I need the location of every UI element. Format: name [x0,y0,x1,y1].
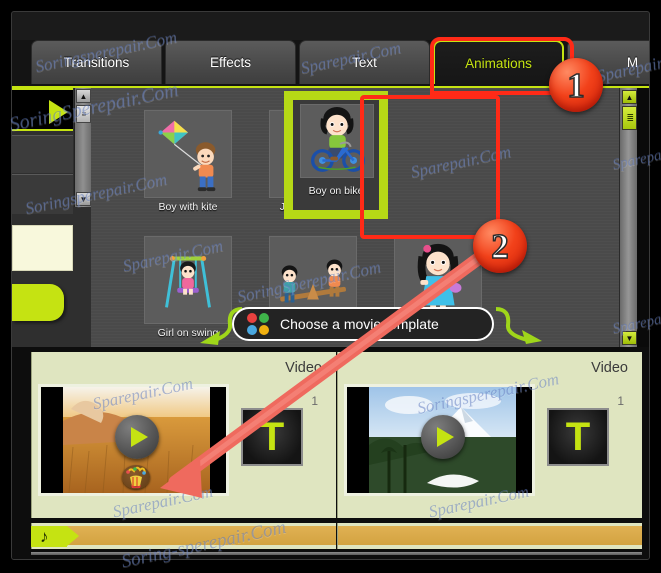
tab-bar: Transitions Effects Text Animations M [12,40,649,88]
audio-track-2[interactable] [337,523,642,549]
tooltip-label: Choose a movie template [280,316,439,332]
text-slot-glyph: T [565,415,591,459]
audio-strip[interactable] [338,526,642,545]
scroll-down-icon[interactable]: ▼ [622,331,637,345]
clip-thumbnail-2[interactable] [344,384,535,496]
preview-box[interactable] [12,88,73,131]
scroll-down-glyph: ▼ [79,194,88,204]
application-window: Transitions Effects Text Animations M ▲ … [11,11,650,560]
track-header-label: Video [285,360,322,376]
tab-more-label: M [626,55,639,70]
gallery-right-scrollbar[interactable]: ▲ ≣ ▼ [619,88,637,347]
timeline-panel: Video 1 T Video 1 T ♪ [12,347,649,559]
movie-template-tooltip[interactable]: Choose a movie template [232,307,494,341]
thumbnail-boy-with-kite[interactable]: Boy with kite [144,102,232,214]
scroll-down-icon[interactable]: ▼ [76,192,91,206]
thumbnail-boy-on-bike[interactable]: Boy on bike [284,91,388,219]
track-header-label: Video [591,360,628,376]
scroll-up-glyph: ▲ [625,92,634,102]
tab-effects-label: Effects [209,55,252,70]
scroll-grip-glyph: ≣ [626,112,634,123]
dot-red [247,313,257,323]
clip-play-button[interactable] [115,415,159,459]
scroll-down-glyph: ▼ [625,333,634,343]
jester-icon [126,466,146,488]
scrollbar-grip-icon[interactable]: ≣ [622,106,637,130]
tab-effects[interactable]: Effects [165,40,296,84]
gallery-left-scrollbar[interactable]: ▲ ≡ ▼ [74,88,91,207]
tab-transitions-label: Transitions [63,55,130,70]
left-row-a [12,135,73,173]
scroll-grip-glyph: ≡ [81,109,87,119]
dot-green [259,313,269,323]
scroll-up-icon[interactable]: ▲ [76,89,91,103]
tab-transitions[interactable]: Transitions [31,40,162,84]
scroll-up-icon[interactable]: ▲ [622,90,637,104]
clip-audio-effect-badge[interactable] [122,465,150,489]
clip-play-button[interactable] [421,415,465,459]
right-gutter [637,88,649,347]
play-triangle-icon[interactable] [49,100,68,124]
cream-info-panel [12,225,73,271]
four-color-dots-icon [247,313,269,335]
text-slot-glyph: T [259,415,285,459]
clip-thumbnail-1[interactable] [38,384,229,496]
clip-text-slot-2[interactable]: T [547,408,609,466]
boy-on-bike-icon [311,106,365,172]
tab-text[interactable]: Text [299,40,430,84]
track-index-label: 1 [617,394,624,408]
audio-track-tag[interactable]: ♪ [31,526,79,547]
left-row-b [12,174,73,214]
hint-arrow-right-icon [495,307,542,344]
tab-text-label: Text [352,55,377,70]
scrollbar-grip-icon[interactable]: ≡ [76,105,91,123]
thumbnail-image [144,110,232,198]
scroll-up-glyph: ▲ [79,91,88,101]
dot-blue [247,325,257,335]
tab-animations-label: Animations [465,55,532,71]
timeline-track-2[interactable]: Video 1 T [337,352,642,518]
tab-animations[interactable]: Animations [433,40,564,84]
accent-action-button[interactable] [12,284,64,321]
thumbnail-label: Boy with kite [158,201,218,213]
track-index-label: 1 [311,394,318,408]
clip-text-slot-1[interactable]: T [241,408,303,466]
thumbnail-label: Boy on bike [308,185,364,197]
music-note-icon: ♪ [40,527,49,546]
boy-with-kite-icon [158,120,216,192]
timeline-track-1[interactable]: Video 1 T [31,352,336,518]
thumbnail-image [300,104,374,178]
dot-yellow [259,325,269,335]
timeline-bottom-rule [31,552,642,555]
tab-more[interactable]: M [567,40,649,84]
